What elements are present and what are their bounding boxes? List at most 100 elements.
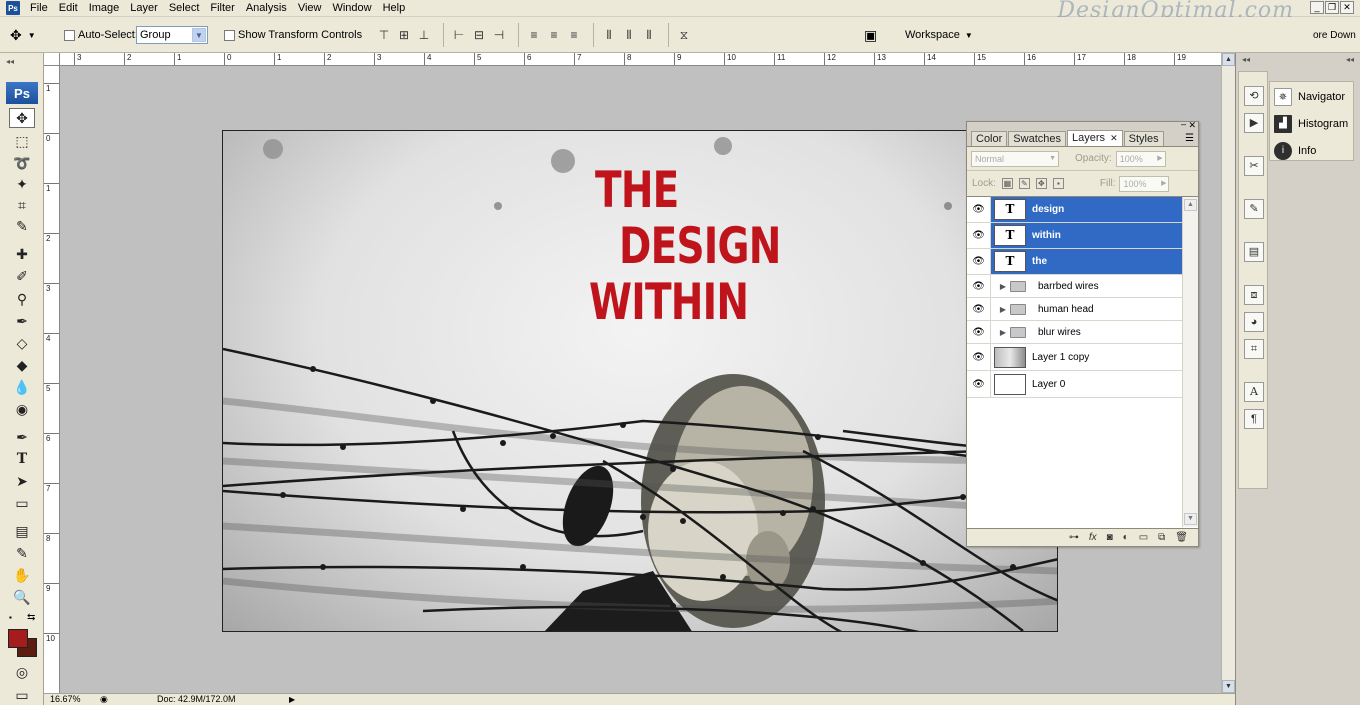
menu-layer[interactable]: Layer	[126, 2, 165, 14]
chevron-down-icon[interactable]: ▼	[965, 31, 973, 40]
brushes-panel-icon[interactable]: ✎	[1244, 199, 1264, 219]
restore-down-label[interactable]: ore Down	[1313, 30, 1356, 41]
tab-layers[interactable]: Layers ✕	[1067, 130, 1123, 146]
blend-mode-select[interactable]: Normal ▼	[971, 150, 1059, 167]
collapse-arrows-icon[interactable]: ◂◂	[6, 57, 14, 66]
lasso-tool-icon[interactable]: ➰	[9, 153, 35, 173]
tool-preset-arrow-icon[interactable]: ▼	[28, 31, 36, 40]
tab-styles[interactable]: Styles	[1123, 131, 1164, 146]
lock-pixels-icon[interactable]: ✎	[1018, 178, 1030, 189]
auto-select-dropdown[interactable]: Group ▼	[136, 26, 208, 44]
distribute-top-icon[interactable]: ≡	[526, 27, 542, 43]
menu-help[interactable]: Help	[379, 2, 413, 14]
distribute-hcenter-icon[interactable]: ⦀	[621, 27, 637, 43]
clone-source-icon[interactable]: ⧈	[1244, 285, 1264, 305]
layer-body[interactable]: T design	[991, 197, 1182, 222]
menu-select[interactable]: Select	[165, 2, 207, 14]
expand-triangle-icon[interactable]: ▶	[996, 282, 1010, 291]
new-group-icon[interactable]: ▭	[1139, 532, 1148, 543]
minimize-panel-icon[interactable]: –	[1181, 119, 1186, 129]
horizontal-ruler[interactable]: 3 2 1 0 1 2 3 4 5 6 7 8 9 10 11 12 13 14…	[60, 53, 1221, 66]
eraser-tool-icon[interactable]: ◇	[9, 333, 35, 353]
delete-layer-icon[interactable]: 🗑	[1175, 532, 1188, 543]
align-right-icon[interactable]: ⊣	[491, 27, 507, 43]
link-layers-icon[interactable]: ⊶	[1069, 532, 1079, 543]
photoshop-logo[interactable]: Ps	[6, 82, 38, 104]
lock-all-icon[interactable]: ▪	[1052, 178, 1064, 189]
layer-row-human-head[interactable]: 👁 ▶ human head	[967, 298, 1182, 321]
navigator-item[interactable]: ✵ Navigator	[1274, 86, 1345, 108]
visibility-eye-icon[interactable]: 👁	[967, 371, 991, 397]
menu-file[interactable]: File	[26, 2, 55, 14]
layer-body[interactable]: ▶ human head	[991, 298, 1182, 320]
auto-align-icon[interactable]: ⧖	[676, 27, 692, 43]
character-panel-icon[interactable]: A	[1244, 382, 1264, 402]
magic-wand-icon[interactable]: ✦	[9, 174, 35, 194]
visibility-eye-icon[interactable]: 👁	[967, 197, 991, 222]
clone-stamp-icon[interactable]: ⚲	[9, 289, 35, 309]
distribute-right-icon[interactable]: ⦀	[641, 27, 657, 43]
history-panel-icon[interactable]: ⟲	[1244, 86, 1264, 106]
close-icon[interactable]: ✕	[1340, 1, 1354, 14]
collapse-arrows-icon[interactable]: ◂◂	[1242, 55, 1250, 64]
move-tool-icon[interactable]: ✥	[9, 108, 35, 128]
dodge-tool-icon[interactable]: ◉	[9, 399, 35, 419]
new-layer-icon[interactable]: ⧉	[1158, 532, 1165, 543]
layer-row-layer-0[interactable]: 👁 Layer 0	[967, 371, 1182, 398]
restore-icon[interactable]: ❐	[1325, 1, 1339, 14]
workspace-button[interactable]: Workspace	[905, 29, 960, 41]
vertical-scrollbar[interactable]: ▲ ▼	[1221, 53, 1235, 693]
menu-edit[interactable]: Edit	[55, 2, 85, 14]
default-colors-icon[interactable]: ▪	[9, 613, 12, 622]
layer-body[interactable]: ▶ barrbed wires	[991, 275, 1182, 297]
paint-bucket-icon[interactable]: ◆	[9, 355, 35, 375]
histogram-item[interactable]: ▟ Histogram	[1274, 113, 1348, 135]
foreground-color-swatch[interactable]	[8, 629, 28, 648]
expand-triangle-icon[interactable]: ▶	[996, 305, 1010, 314]
tool-presets-icon[interactable]: ✂	[1244, 156, 1264, 176]
scroll-up-icon[interactable]: ▲	[1184, 199, 1197, 211]
type-tool-icon[interactable]: T	[9, 449, 35, 469]
screen-mode-icon[interactable]: ▭	[9, 685, 35, 705]
menu-analysis[interactable]: Analysis	[242, 2, 294, 14]
status-options-icon[interactable]: ◉	[100, 694, 108, 705]
lock-transparent-icon[interactable]: ▦	[1001, 178, 1013, 189]
path-selection-icon[interactable]: ➤	[9, 471, 35, 491]
document-canvas[interactable]: THE DESIGN WITHIN	[222, 130, 1058, 632]
show-transform-checkbox[interactable]	[224, 29, 235, 41]
align-left-icon[interactable]: ⊢	[451, 27, 467, 43]
align-bottom-icon[interactable]: ⊥	[416, 27, 432, 43]
ruler-origin[interactable]	[44, 53, 60, 66]
align-top-icon[interactable]: ⊤	[376, 27, 392, 43]
fill-field[interactable]: 100% ▶	[1119, 175, 1170, 192]
zoom-tool-icon[interactable]: 🔍	[9, 587, 35, 607]
align-vcenter-icon[interactable]: ⊞	[396, 27, 412, 43]
opacity-field[interactable]: 100% ▶	[1115, 150, 1166, 167]
paths-panel-icon[interactable]: ⌗	[1244, 339, 1264, 359]
close-panel-icon[interactable]: ✕	[1188, 120, 1196, 131]
visibility-eye-icon[interactable]: 👁	[967, 344, 991, 370]
brush-tool-icon[interactable]: ✐	[9, 266, 35, 286]
marquee-tool-icon[interactable]: ⬚	[9, 131, 35, 151]
shape-tool-icon[interactable]: ▭	[9, 493, 35, 513]
scroll-up-icon[interactable]: ▲	[1222, 53, 1235, 66]
scroll-down-icon[interactable]: ▼	[1184, 513, 1197, 525]
layer-row-blur-wires[interactable]: 👁 ▶ blur wires	[967, 321, 1182, 344]
layer-style-icon[interactable]: fx	[1089, 532, 1097, 543]
layers-scrollbar[interactable]: ▲ ▼	[1182, 197, 1198, 527]
bridge-icon[interactable]: ▣	[864, 27, 877, 44]
layer-comps-icon[interactable]: ▤	[1244, 242, 1264, 262]
layer-row-barrbed-wires[interactable]: 👁 ▶ barrbed wires	[967, 275, 1182, 298]
paragraph-panel-icon[interactable]: ¶	[1244, 409, 1264, 429]
tab-swatches[interactable]: Swatches	[1008, 131, 1066, 146]
expand-arrows-icon[interactable]: ◂◂	[1346, 55, 1354, 64]
quick-mask-icon[interactable]: ◎	[9, 662, 35, 682]
menu-view[interactable]: View	[294, 2, 329, 14]
healing-brush-icon[interactable]: ✚	[9, 244, 35, 264]
close-tab-icon[interactable]: ✕	[1110, 133, 1118, 143]
channels-panel-icon[interactable]: ◕	[1244, 312, 1264, 332]
crop-tool-icon[interactable]: ⌗	[9, 195, 35, 215]
status-menu-arrow-icon[interactable]: ▶	[289, 694, 295, 705]
scroll-down-icon[interactable]: ▼	[1222, 680, 1235, 693]
tab-color[interactable]: Color	[971, 131, 1008, 146]
